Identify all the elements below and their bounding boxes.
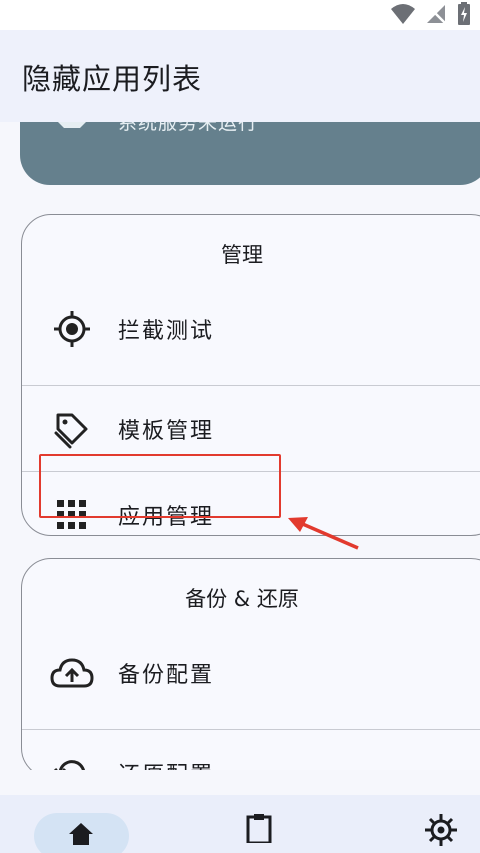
target-icon	[50, 309, 94, 349]
restore-config-label: 还原配置	[118, 757, 214, 770]
app-bar: 隐藏应用列表	[0, 30, 480, 122]
divider	[22, 385, 480, 386]
status-icons	[390, 2, 472, 26]
template-manage-label: 模板管理	[118, 419, 215, 444]
nav-logs[interactable]	[244, 813, 278, 853]
backup-group-card: 备份 & 还原 备份配置 还原配置	[21, 558, 480, 770]
page-title: 隐藏应用列表	[22, 62, 203, 96]
annotation-arrow-icon	[284, 512, 364, 556]
battery-charging-icon	[456, 2, 472, 26]
backup-config-item[interactable]: 备份配置	[22, 631, 480, 715]
restore-icon	[50, 753, 94, 770]
backup-group-title: 备份 & 还原	[185, 587, 299, 611]
status-bar	[0, 0, 480, 30]
manage-group-title: 管理	[221, 243, 263, 267]
intercept-test-item[interactable]: 拦截测试	[22, 287, 480, 371]
tag-icon	[50, 409, 94, 449]
restore-config-item[interactable]: 还原配置	[22, 731, 480, 770]
bottom-nav	[0, 795, 480, 853]
highlight-box	[39, 454, 281, 518]
intercept-test-label: 拦截测试	[118, 319, 215, 344]
main-content[interactable]: 系统服务未运行 管理 拦截测试 模板管理 应用管理 备份 & 还原 备份配置	[0, 30, 480, 770]
divider	[22, 729, 480, 730]
logs-icon	[246, 814, 272, 845]
nav-home[interactable]	[34, 813, 129, 853]
no-signal-icon	[426, 3, 446, 25]
wifi-icon	[390, 3, 416, 25]
cloud-upload-icon	[50, 653, 94, 693]
home-icon	[69, 823, 93, 845]
settings-icon	[425, 814, 457, 846]
nav-settings[interactable]	[424, 813, 458, 853]
backup-config-label: 备份配置	[118, 663, 215, 688]
